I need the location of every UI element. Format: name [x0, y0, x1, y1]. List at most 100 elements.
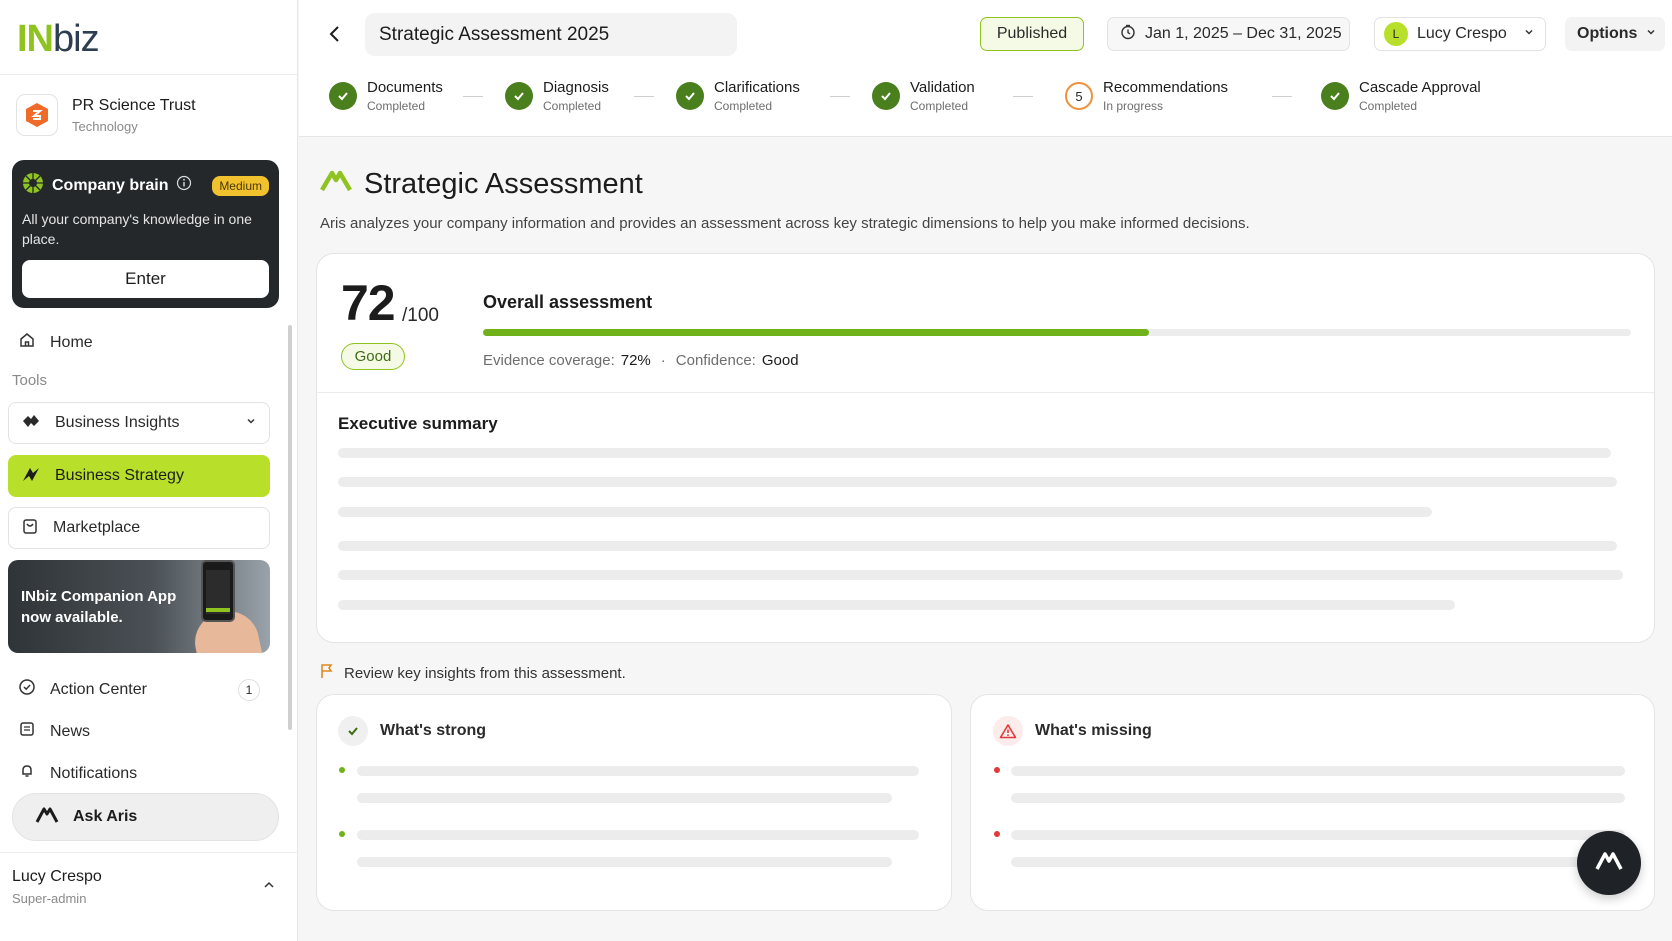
sidebar: INbiz PR Science Trust Technology Compan… — [0, 0, 298, 941]
enter-button[interactable]: Enter — [22, 260, 269, 298]
date-range-picker[interactable]: Jan 1, 2025 – Dec 31, 2025 — [1107, 17, 1350, 51]
flag-icon — [320, 663, 334, 683]
inbiz-logo[interactable]: INbiz — [17, 18, 100, 61]
overall-progress-bar — [483, 329, 1631, 336]
step-status: Completed — [714, 99, 773, 113]
promo-text: INbiz Companion App now available. — [21, 588, 177, 626]
step-label: Cascade Approval — [1359, 79, 1481, 96]
confidence-label: Confidence: — [675, 352, 756, 369]
chevron-down-icon[interactable] — [245, 414, 257, 432]
evidence-value: 72% — [620, 352, 651, 369]
ask-aris-button[interactable]: Ask Aris — [12, 793, 279, 841]
executive-summary-title: Executive summary — [338, 414, 498, 433]
skeleton-line — [357, 766, 919, 776]
step-status: In progress — [1103, 99, 1164, 113]
logo-biz: biz — [53, 18, 100, 60]
chevron-down-icon — [1645, 25, 1657, 43]
step-status: Completed — [543, 99, 602, 113]
user-profile[interactable]: Lucy Crespo Super-admin — [12, 868, 102, 906]
options-label: Options — [1577, 25, 1638, 42]
step-diagnosis[interactable]: Diagnosis Completed — [505, 79, 609, 113]
step-recommendations[interactable]: 5 Recommendations In progress — [1065, 79, 1228, 113]
step-validation[interactable]: Validation Completed — [872, 79, 975, 113]
skeleton-line — [338, 600, 1455, 610]
chevron-down-icon — [1523, 25, 1535, 43]
user-selector[interactable]: L Lucy Crespo — [1374, 17, 1546, 51]
divider — [317, 392, 1654, 393]
step-status: Completed — [367, 99, 426, 113]
info-icon[interactable] — [176, 175, 192, 196]
sidebar-scrollbar[interactable] — [288, 325, 292, 730]
bell-icon — [18, 762, 36, 785]
page-title: Strategic Assessment — [320, 168, 643, 201]
bullet-dot — [994, 831, 1000, 837]
sidebar-item-label: Home — [50, 333, 93, 351]
rating-badge: Good — [341, 343, 405, 370]
step-documents[interactable]: Documents Completed — [329, 79, 443, 113]
tools-section-label: Tools — [12, 372, 48, 389]
review-prompt: Review key insights from this assessment… — [320, 663, 626, 683]
brain-level-badge: Medium — [212, 175, 269, 196]
skeleton-line — [357, 793, 892, 803]
aris-icon — [1594, 850, 1624, 877]
skeleton-line — [1011, 766, 1625, 776]
overall-score: 72 — [341, 275, 396, 331]
skeleton-line — [338, 507, 1432, 517]
chevron-up-icon[interactable] — [262, 878, 276, 897]
assessment-title-input[interactable]: Strategic Assessment 2025 — [365, 13, 737, 56]
divider — [0, 852, 298, 853]
review-prompt-text: Review key insights from this assessment… — [344, 664, 626, 682]
user-selector-name: Lucy Crespo — [1417, 25, 1507, 42]
step-cascade-approval[interactable]: Cascade Approval Completed — [1321, 79, 1481, 113]
brain-title: Company brain — [52, 176, 169, 194]
sidebar-item-label: Business Insights — [55, 414, 180, 431]
action-center-count-badge: 1 — [238, 678, 260, 701]
step-label: Validation — [910, 79, 975, 96]
check-icon — [329, 82, 357, 110]
step-connector — [634, 96, 654, 97]
check-icon — [505, 82, 533, 110]
bullet-dot — [339, 831, 345, 837]
skeleton-line — [1011, 857, 1625, 867]
sidebar-item-home[interactable]: Home — [18, 331, 93, 354]
user-name: Lucy Crespo — [12, 868, 102, 885]
options-menu-button[interactable]: Options — [1565, 17, 1665, 51]
skeleton-line — [338, 448, 1611, 458]
sidebar-item-business-insights[interactable]: Business Insights — [8, 402, 270, 444]
separator: · — [660, 352, 666, 369]
sidebar-item-notifications[interactable]: Notifications — [18, 762, 137, 785]
confidence-value: Good — [761, 352, 799, 369]
ask-aris-fab[interactable] — [1577, 831, 1641, 895]
step-label: Clarifications — [714, 79, 800, 96]
companion-app-promo[interactable]: INbiz Companion App now available. — [8, 560, 270, 653]
insights-icon — [21, 412, 41, 435]
sidebar-item-action-center[interactable]: Action Center 1 — [18, 678, 260, 701]
chevron-left-icon — [327, 25, 343, 48]
skeleton-line — [357, 857, 892, 867]
step-connector — [830, 96, 850, 97]
skeleton-line — [1011, 793, 1625, 803]
strategy-icon — [21, 465, 41, 488]
score-max: /100 — [402, 305, 439, 326]
organization-switcher[interactable]: PR Science Trust Technology — [16, 94, 196, 136]
organization-name: PR Science Trust — [72, 96, 196, 114]
step-connector — [1013, 96, 1033, 97]
evidence-label: Evidence coverage: — [483, 352, 615, 369]
step-clarifications[interactable]: Clarifications Completed — [676, 79, 800, 113]
step-status: Completed — [1359, 99, 1418, 113]
skeleton-line — [357, 830, 919, 840]
skeleton-line — [1011, 830, 1625, 840]
whats-missing-header: What's missing — [993, 716, 1152, 746]
overall-progress-fill — [483, 329, 1149, 336]
sidebar-item-business-strategy[interactable]: Business Strategy — [8, 455, 270, 497]
sidebar-item-marketplace[interactable]: Marketplace — [8, 507, 270, 549]
check-icon — [872, 82, 900, 110]
phone-illustration — [201, 560, 235, 622]
step-status: Completed — [910, 99, 969, 113]
brain-description: All your company's knowledge in one plac… — [22, 211, 252, 247]
sidebar-item-news[interactable]: News — [18, 720, 90, 743]
company-brain-card: Company brain Medium All your company's … — [12, 160, 279, 308]
overall-assessment-label: Overall assessment — [483, 292, 653, 312]
back-button[interactable] — [321, 22, 349, 50]
skeleton-line — [338, 477, 1617, 487]
